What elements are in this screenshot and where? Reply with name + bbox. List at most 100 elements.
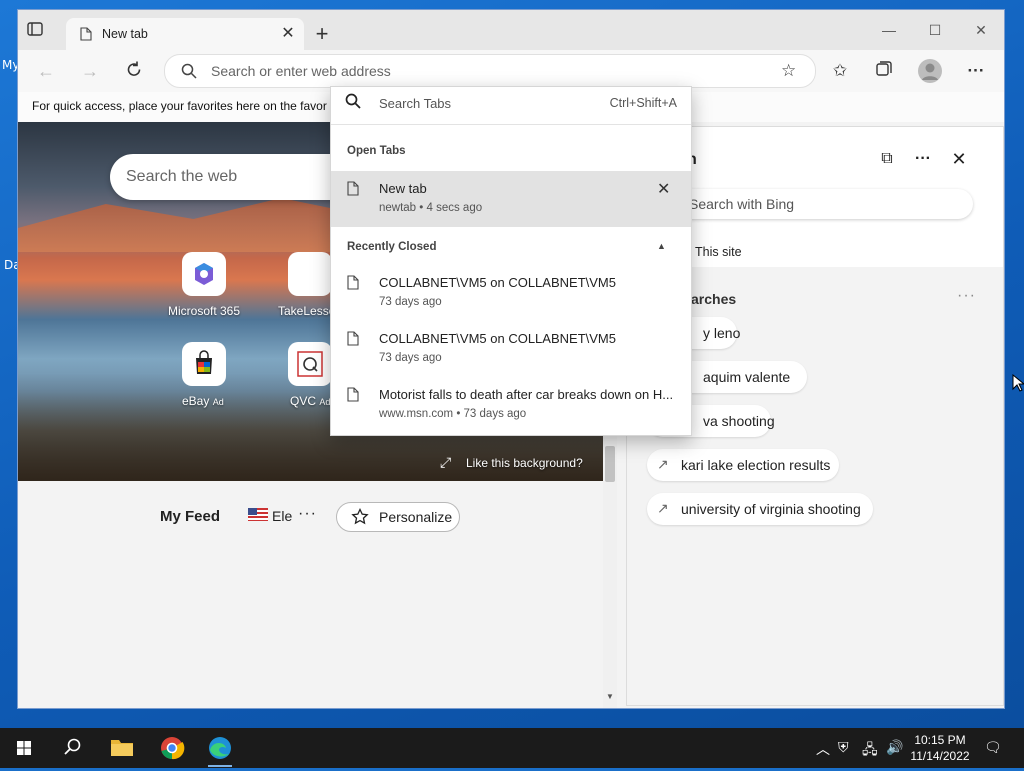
ebay-icon bbox=[196, 350, 212, 374]
volume-icon[interactable]: 🔊 bbox=[886, 739, 903, 756]
tab-search-shortcut: Ctrl+Shift+A bbox=[609, 96, 677, 110]
quicklink-ebay[interactable] bbox=[182, 342, 226, 386]
page-icon bbox=[347, 387, 359, 402]
favorites-icon[interactable]: ✩ bbox=[828, 60, 852, 84]
closed-item-title: COLLABNET\VM5 on COLLABNET\VM5 bbox=[379, 275, 616, 290]
person-icon bbox=[922, 63, 938, 80]
minimize-button[interactable]: — bbox=[874, 20, 904, 40]
collections-icon[interactable] bbox=[872, 60, 896, 84]
feed-bar: My Feed Ele ··· Personalize bbox=[18, 492, 603, 536]
system-clock[interactable]: 10:15 PM 11/14/2022 bbox=[902, 732, 978, 764]
trending-more-icon[interactable]: ··· bbox=[957, 287, 976, 305]
close-window-button[interactable]: ✕ bbox=[966, 20, 996, 40]
clock-time: 10:15 PM bbox=[914, 733, 966, 747]
folder-icon bbox=[111, 740, 133, 756]
page-icon bbox=[347, 275, 359, 290]
trend-text: kari lake election results bbox=[681, 457, 831, 473]
quicklink-takelessons[interactable] bbox=[288, 252, 332, 296]
tab-actions-icon bbox=[27, 22, 43, 36]
personalize-button[interactable]: Personalize bbox=[336, 502, 460, 532]
address-bar[interactable]: Search or enter web address ☆ bbox=[164, 54, 816, 88]
closed-item-title: COLLABNET\VM5 on COLLABNET\VM5 bbox=[379, 331, 616, 346]
page-icon bbox=[347, 181, 359, 196]
edge-button[interactable] bbox=[196, 728, 244, 768]
search-icon bbox=[181, 63, 197, 79]
settings-more-icon[interactable]: ··· bbox=[964, 60, 988, 84]
favorites-bar-message: For quick access, place your favorites h… bbox=[32, 99, 327, 113]
recently-closed-item[interactable]: Motorist falls to death after car breaks… bbox=[331, 377, 691, 433]
my-feed-title[interactable]: My Feed bbox=[160, 508, 220, 525]
bing-search-placeholder: Search with Bing bbox=[689, 196, 795, 212]
title-bar: New tab ✕ + — ☐ ✕ bbox=[18, 10, 1004, 50]
expand-icon: ⤢ bbox=[440, 454, 452, 470]
show-hidden-icons[interactable]: ︿ bbox=[816, 739, 830, 759]
scroll-down-arrow[interactable]: ▼ bbox=[606, 692, 614, 701]
maximize-button[interactable]: ☐ bbox=[920, 20, 950, 40]
trend-text: va shooting bbox=[703, 413, 775, 429]
close-tab-icon[interactable]: ✕ bbox=[657, 179, 670, 199]
feed-region-label[interactable]: Ele bbox=[272, 508, 292, 524]
open-tabs-header: Open Tabs bbox=[347, 145, 406, 157]
tab-item-subtitle: newtab • 4 secs ago bbox=[379, 202, 483, 214]
tab-item-title: New tab bbox=[379, 181, 427, 196]
closed-item-title: Motorist falls to death after car breaks… bbox=[379, 387, 674, 402]
tab-close-button[interactable]: ✕ bbox=[278, 24, 298, 44]
trending-arrow-icon: ↗ bbox=[657, 500, 669, 516]
trend-text: y leno bbox=[703, 325, 741, 341]
sidebar-more-icon[interactable]: ··· bbox=[913, 149, 933, 169]
web-search-placeholder: Search the web bbox=[126, 168, 238, 185]
chrome-button[interactable] bbox=[148, 728, 196, 768]
notifications-icon[interactable]: 🗨 bbox=[984, 739, 1002, 756]
search-icon bbox=[345, 93, 361, 114]
this-site-tab[interactable]: This site bbox=[695, 245, 742, 259]
network-icon[interactable]: 🖧 bbox=[862, 739, 878, 763]
taskbar-search-button[interactable] bbox=[48, 728, 96, 768]
ad-badge: Ad bbox=[319, 397, 331, 407]
quicklink-name: QVC bbox=[290, 394, 317, 408]
address-placeholder: Search or enter web address bbox=[211, 63, 391, 79]
tab-search-input[interactable]: Search Tabs bbox=[379, 96, 451, 111]
trend-chip[interactable]: ↗ university of virginia shooting bbox=[647, 493, 873, 525]
back-button[interactable]: ← bbox=[34, 60, 58, 84]
tab-actions-button[interactable] bbox=[26, 20, 46, 40]
recently-closed-item[interactable]: COLLABNET\VM5 on COLLABNET\VM5 73 days a… bbox=[331, 321, 691, 377]
quicklink-label: eBay Ad bbox=[182, 394, 224, 408]
windows-icon bbox=[17, 741, 31, 755]
quicklink-label: QVC Ad bbox=[290, 394, 330, 408]
file-explorer-button[interactable] bbox=[98, 728, 146, 768]
like-background-link[interactable]: Like this background? bbox=[466, 456, 583, 470]
open-in-new-icon[interactable]: ⧉ bbox=[877, 149, 897, 169]
tab-new-tab[interactable]: New tab ✕ bbox=[66, 18, 304, 50]
forward-button[interactable]: → bbox=[78, 60, 102, 84]
star-edit-icon bbox=[351, 508, 369, 525]
desktop-icon-label[interactable]: My bbox=[2, 58, 19, 72]
quicklink-microsoft-365[interactable] bbox=[182, 252, 226, 296]
chrome-icon bbox=[161, 737, 185, 760]
refresh-button[interactable] bbox=[122, 60, 146, 84]
sidebar-close-icon[interactable]: ✕ bbox=[949, 149, 969, 169]
new-tab-button[interactable]: + bbox=[310, 23, 334, 47]
trend-chip[interactable]: ↗ kari lake election results bbox=[647, 449, 839, 481]
quicklink-qvc[interactable] bbox=[288, 342, 332, 386]
qvc-icon bbox=[297, 351, 323, 377]
quicklink-label: TakeLesso bbox=[278, 304, 336, 318]
personalize-label: Personalize bbox=[379, 509, 453, 525]
mouse-cursor-icon bbox=[1012, 374, 1024, 392]
open-tab-item[interactable]: New tab newtab • 4 secs ago ✕ bbox=[331, 171, 691, 227]
taskbar: ︿ ⛨ 🖧 🔊 10:15 PM 11/14/2022 🗨 bbox=[0, 728, 1024, 768]
tab-search-dropdown: Search Tabs Ctrl+Shift+A Open Tabs New t… bbox=[330, 86, 692, 436]
recently-closed-item[interactable]: COLLABNET\VM5 on COLLABNET\VM5 73 days a… bbox=[331, 265, 691, 321]
bing-search-input[interactable]: Search with Bing bbox=[667, 189, 973, 219]
quicklink-name: eBay bbox=[182, 394, 210, 408]
feed-more-icon[interactable]: ··· bbox=[298, 505, 317, 523]
page-icon bbox=[80, 27, 92, 41]
recently-closed-header[interactable]: Recently Closed bbox=[347, 241, 436, 253]
closed-item-subtitle: 73 days ago bbox=[379, 352, 442, 364]
trend-text: aquim valente bbox=[703, 369, 791, 385]
security-icon[interactable]: ⛨ bbox=[838, 739, 849, 756]
profile-avatar[interactable] bbox=[918, 59, 942, 83]
scrollbar-thumb[interactable] bbox=[605, 446, 615, 482]
collapse-caret-icon[interactable]: ▲ bbox=[657, 241, 666, 251]
add-favorite-icon[interactable]: ☆ bbox=[781, 61, 796, 81]
start-button[interactable] bbox=[0, 728, 48, 768]
